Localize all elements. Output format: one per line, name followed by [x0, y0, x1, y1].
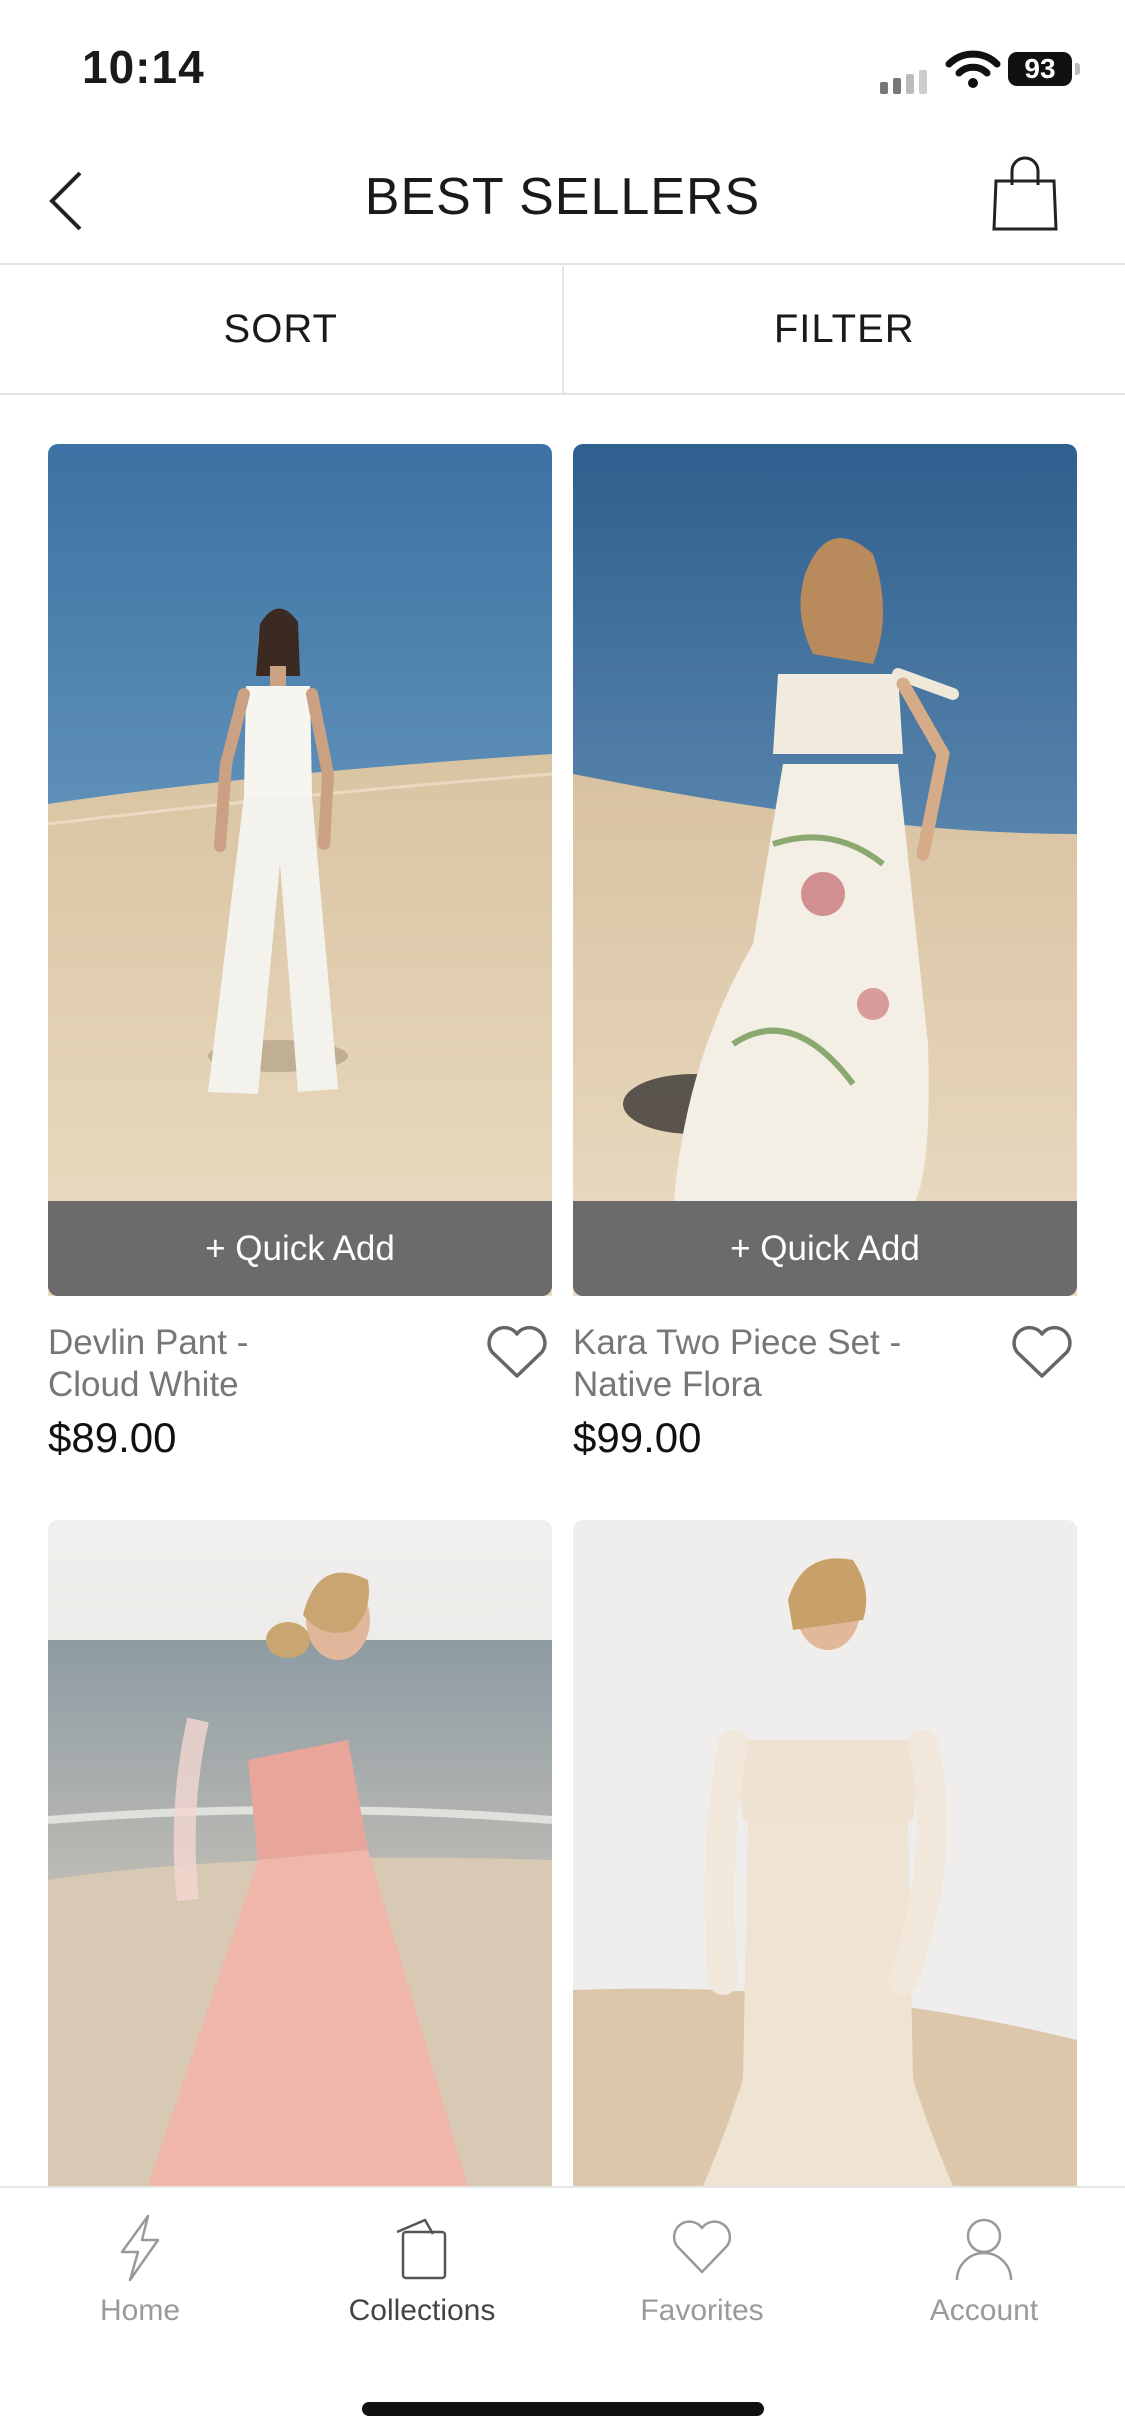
quick-add-button[interactable]: + Quick Add	[573, 1201, 1077, 1296]
heart-outline-icon[interactable]	[484, 1322, 550, 1382]
battery-icon: 93	[1008, 52, 1072, 86]
nav-header: BEST SELLERS	[0, 135, 1125, 265]
product-image[interactable]: + Quick Add	[573, 444, 1077, 1296]
filter-button[interactable]: FILTER	[564, 266, 1125, 393]
heart-outline-icon[interactable]	[1009, 1322, 1075, 1382]
product-card[interactable]	[573, 1520, 1077, 2186]
product-card[interactable]: + Quick Add Kara Two Piece Set - Native …	[573, 444, 1077, 1474]
product-name[interactable]: Kara Two Piece Set - Native Flora	[573, 1322, 993, 1406]
page-title: BEST SELLERS	[364, 168, 761, 226]
cellular-signal-icon	[880, 70, 927, 94]
product-photo-devlin-pant	[48, 444, 552, 1296]
product-photo-kara-set	[573, 444, 1077, 1296]
person-icon	[955, 2218, 1013, 2281]
lightning-icon	[120, 2214, 160, 2282]
product-price: $99.00	[573, 1414, 702, 1461]
heart-icon	[672, 2220, 732, 2274]
bottom-tab-bar: Home Collections Favorites Account	[0, 2186, 1125, 2436]
product-info: Kara Two Piece Set - Native Flora $99.00	[573, 1322, 1077, 1482]
status-time: 10:14	[82, 41, 205, 93]
product-name[interactable]: Devlin Pant - Cloud White	[48, 1322, 468, 1406]
product-info: Devlin Pant - Cloud White $89.00	[48, 1322, 552, 1482]
tab-collections[interactable]: Collections	[322, 2212, 522, 2328]
product-price: $89.00	[48, 1414, 177, 1461]
tab-label: Collections	[348, 2294, 496, 2327]
battery-level: 93	[1024, 53, 1056, 84]
product-card[interactable]	[48, 1520, 552, 2186]
product-photo-cream-dress	[573, 1520, 1077, 2186]
tab-home[interactable]: Home	[40, 2212, 240, 2328]
battery-nub	[1075, 63, 1080, 75]
product-image[interactable]	[48, 1520, 552, 2186]
home-indicator	[362, 2402, 764, 2416]
cards-icon	[396, 2218, 447, 2280]
product-image[interactable]	[573, 1520, 1077, 2186]
status-bar: 10:14 93	[0, 0, 1125, 135]
tab-label: Favorites	[640, 2294, 764, 2327]
product-name-line1: Devlin Pant -	[48, 1323, 249, 1362]
tab-favorites[interactable]: Favorites	[602, 2212, 802, 2328]
wifi-icon	[945, 50, 1001, 88]
quick-add-button[interactable]: + Quick Add	[48, 1201, 552, 1296]
product-name-line2: Native Flora	[573, 1365, 762, 1404]
tab-label: Home	[99, 2294, 181, 2327]
sort-filter-bar: SORT FILTER	[0, 266, 1125, 395]
shopping-bag-icon[interactable]	[990, 155, 1060, 235]
tab-label: Account	[929, 2294, 1039, 2327]
product-name-line2: Cloud White	[48, 1365, 239, 1404]
product-name-line1: Kara Two Piece Set -	[573, 1323, 902, 1362]
tab-account[interactable]: Account	[884, 2212, 1084, 2328]
product-card[interactable]: + Quick Add Devlin Pant - Cloud White $8…	[48, 444, 552, 1474]
product-image[interactable]: + Quick Add	[48, 444, 552, 1296]
product-photo-pink-dress	[48, 1520, 552, 2186]
sort-button[interactable]: SORT	[0, 266, 562, 393]
